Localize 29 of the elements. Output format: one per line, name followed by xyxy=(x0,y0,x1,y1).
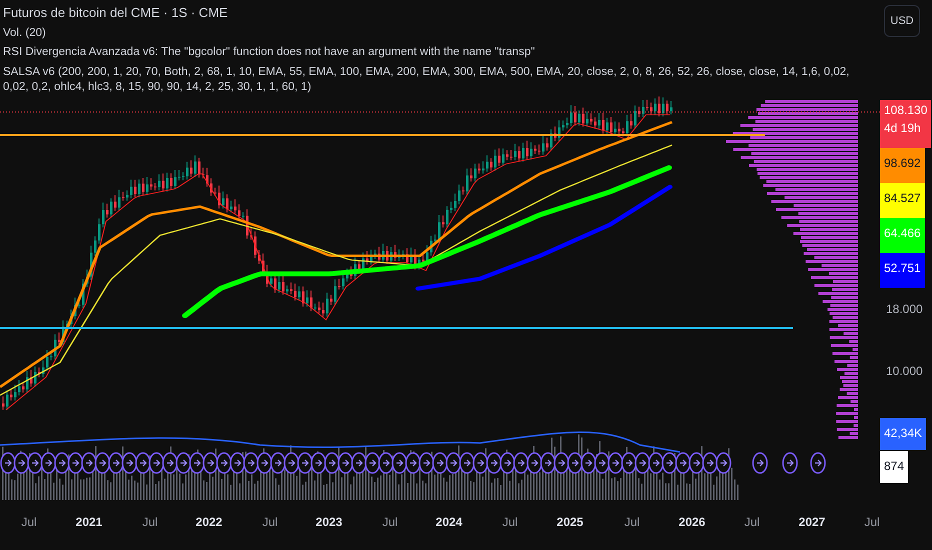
indicator-legend[interactable]: SALSA v6 (200, 200, 1, 20, 70, Both, 2, 68, 1, 10, EMA, 55, EMA, 100, EMA, 200, EMA, 300, EMA, 500, EMA, 20, close, 2, 0, 8, 26, 52, 26, close, close, 14, 1,6, 0,02, 0,02, 0,2, ohlc4, hlc3, 8, 15, 90, 90, 14, 2, 25, 30, 1, 1, 60, 1) xyxy=(3,64,876,96)
time-axis-label: 2027 xyxy=(798,514,826,531)
price-label: 108.130 4d 19h xyxy=(880,100,932,148)
indicator-legend[interactable]: Vol. (20) xyxy=(3,26,46,42)
time-axis-label: Jul xyxy=(382,514,398,531)
currency-button[interactable]: USD xyxy=(884,5,920,37)
time-axis-label: Jul xyxy=(142,514,158,531)
time-axis-label: 2023 xyxy=(316,514,342,531)
time-axis-label: 2022 xyxy=(196,514,222,531)
time-axis-label: Jul xyxy=(262,514,278,531)
price-scale-label: 18.000 xyxy=(886,301,923,318)
volume-label: 874 xyxy=(880,451,908,483)
time-axis-label: 2025 xyxy=(556,514,584,531)
time-axis-label: Jul xyxy=(502,514,518,531)
price-label: 84.527 xyxy=(880,183,925,218)
indicator-legend[interactable]: RSI Divergencia Avanzada v6: The "bgcolor" function does not have an argument with the name "transp" xyxy=(3,45,535,61)
price-label: 64.466 xyxy=(880,218,925,253)
time-axis-label: Jul xyxy=(864,514,880,531)
time-axis-label: Jul xyxy=(21,514,37,531)
price-label: 98.692 xyxy=(880,148,925,183)
price-label: 52.751 xyxy=(880,253,925,288)
time-axis-label: Jul xyxy=(744,514,760,531)
symbol-title[interactable]: Futuros de bitcoin del CME · 1S · CME xyxy=(3,4,228,22)
time-axis-label: Jul xyxy=(624,514,640,531)
volume-label: 42,34K xyxy=(880,418,926,450)
time-axis-label: 2021 xyxy=(76,514,102,531)
time-axis-label: 2024 xyxy=(436,514,462,531)
time-axis-label: 2026 xyxy=(678,514,706,531)
price-scale-label: 10.000 xyxy=(886,363,923,380)
